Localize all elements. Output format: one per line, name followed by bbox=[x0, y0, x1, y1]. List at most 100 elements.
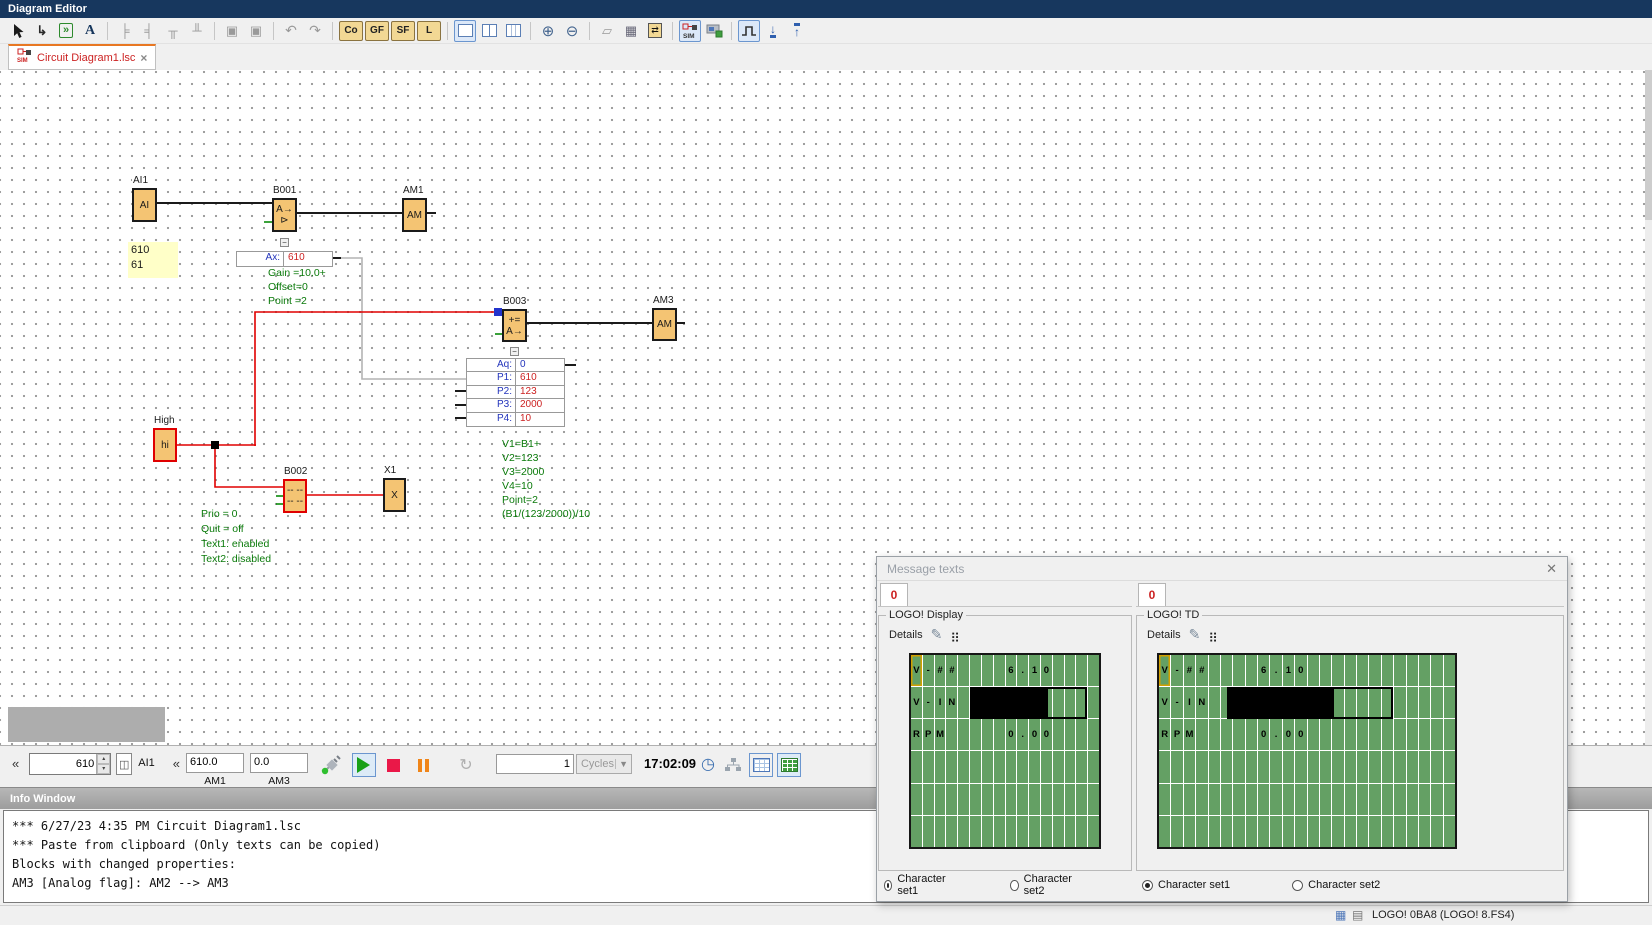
upload-button[interactable]: ↑ bbox=[786, 20, 808, 42]
edit-icon[interactable]: ✎ bbox=[1189, 626, 1201, 643]
analog-slider-toggle[interactable]: ◫ bbox=[116, 753, 132, 775]
step-button[interactable]: ↻ bbox=[454, 753, 478, 777]
simulation-button[interactable]: SIM bbox=[679, 20, 701, 42]
parameter-value[interactable]: 610 bbox=[283, 252, 332, 266]
pause-button[interactable] bbox=[412, 753, 436, 777]
radio-icon[interactable] bbox=[1292, 880, 1303, 891]
play-button[interactable] bbox=[352, 753, 376, 777]
lcd-cell bbox=[935, 816, 946, 847]
collapse-parameters-icon[interactable]: − bbox=[280, 238, 289, 247]
select-tool-button[interactable] bbox=[7, 20, 29, 42]
tab-close-icon[interactable]: × bbox=[140, 51, 147, 65]
dialog-title-bar[interactable]: Message texts ✕ bbox=[877, 557, 1567, 581]
lcd-cell bbox=[958, 784, 969, 815]
zoom-out-button[interactable]: ⊖ bbox=[561, 20, 583, 42]
cycles-input[interactable] bbox=[496, 754, 574, 774]
canvas-vertical-scrollbar[interactable] bbox=[1645, 70, 1652, 745]
parameter-value[interactable]: 10 bbox=[515, 413, 564, 426]
close-icon[interactable]: ✕ bbox=[1546, 561, 1557, 577]
l-button[interactable]: L bbox=[417, 21, 441, 41]
edit-icon[interactable]: ✎ bbox=[931, 626, 943, 643]
pane-double-button[interactable] bbox=[478, 20, 500, 42]
block-High[interactable]: hi bbox=[153, 428, 177, 462]
ungroup-button[interactable]: ▣ bbox=[245, 20, 267, 42]
wire-style-button[interactable] bbox=[738, 20, 760, 42]
gray-wire[interactable] bbox=[341, 258, 466, 379]
lcd-cell bbox=[1258, 816, 1269, 847]
parameter-value[interactable]: 123 bbox=[515, 386, 564, 398]
block-X1[interactable]: X bbox=[383, 478, 406, 512]
value-table-icon[interactable] bbox=[749, 753, 773, 777]
cycles-dropdown[interactable]: Cycles ▼ bbox=[576, 754, 632, 774]
spin-down-icon[interactable]: ▾ bbox=[97, 764, 110, 774]
parameter-row[interactable]: P3:2000 bbox=[467, 399, 564, 412]
charset-icon[interactable]: ⣶ bbox=[1208, 627, 1218, 643]
radio-character-set1[interactable]: Character set1 bbox=[1142, 879, 1230, 891]
undo-button[interactable]: ↶ bbox=[280, 20, 302, 42]
radio-icon[interactable] bbox=[1142, 880, 1153, 891]
transfer-button[interactable] bbox=[703, 20, 725, 42]
clock-icon[interactable]: ◷ bbox=[701, 754, 715, 774]
parameter-row[interactable]: P1:610 bbox=[467, 372, 564, 385]
parameter-table: Aq:0P1:610P2:123P3:2000P4:10 bbox=[466, 358, 565, 427]
analog-input-spinbox[interactable]: ▴ ▾ bbox=[29, 753, 111, 775]
download-button[interactable]: ↓ bbox=[762, 20, 784, 42]
connector-tool-button[interactable]: ↳ bbox=[31, 20, 53, 42]
spin-up-icon[interactable]: ▴ bbox=[97, 754, 110, 764]
parameter-row[interactable]: Aq:0 bbox=[467, 359, 564, 372]
charset-icon[interactable]: ⣶ bbox=[950, 627, 960, 643]
collapse-outputs-button[interactable]: « bbox=[173, 756, 180, 771]
parameter-row[interactable]: P2:123 bbox=[467, 386, 564, 399]
parameter-value[interactable]: 610 bbox=[515, 372, 564, 384]
parameter-value[interactable]: 2000 bbox=[515, 399, 564, 411]
message-count-tab[interactable]: 0 bbox=[880, 583, 908, 606]
block-text: ⊳ bbox=[280, 215, 288, 226]
block-AM1[interactable]: AM bbox=[402, 198, 427, 232]
block-AM3[interactable]: AM bbox=[652, 308, 677, 341]
parameter-value[interactable]: 0 bbox=[515, 359, 564, 371]
red-wire[interactable] bbox=[215, 445, 283, 487]
radio-icon[interactable] bbox=[884, 880, 892, 891]
block-B002[interactable]: -- ---- -- bbox=[283, 479, 307, 513]
message-texts-dialog: Message texts ✕ 0LOGO! DisplayDetails✎⣶V… bbox=[876, 556, 1568, 902]
sf-button[interactable]: SF bbox=[391, 21, 415, 41]
parameter-row[interactable]: Ax:610 bbox=[237, 252, 332, 266]
scrollbar-thumb[interactable] bbox=[1645, 70, 1652, 220]
tab-circuit-diagram[interactable]: SIM Circuit Diagram1.lsc × bbox=[8, 44, 156, 70]
collapse-inputs-button[interactable]: « bbox=[12, 756, 19, 771]
lcd-preview-icon[interactable] bbox=[777, 753, 801, 777]
zoom-in-button[interactable]: ⊕ bbox=[537, 20, 559, 42]
co-button[interactable]: Co bbox=[339, 21, 363, 41]
align-top-button[interactable]: ╥ bbox=[162, 20, 184, 42]
power-icon[interactable] bbox=[320, 754, 342, 779]
align-bottom-button[interactable]: ╨ bbox=[186, 20, 208, 42]
block-AI1[interactable]: AI bbox=[132, 188, 157, 222]
stop-button[interactable] bbox=[382, 753, 406, 777]
parameter-row[interactable]: P4:10 bbox=[467, 413, 564, 426]
flow-tool-button[interactable]: » bbox=[55, 20, 77, 42]
gf-button[interactable]: GF bbox=[365, 21, 389, 41]
radio-icon[interactable] bbox=[1010, 880, 1018, 891]
page-grid-button[interactable]: ▦ bbox=[620, 20, 642, 42]
block-B001[interactable]: A→⊳ bbox=[272, 198, 297, 232]
convert-button[interactable]: ⇄ bbox=[644, 20, 666, 42]
text-tool-button[interactable]: A bbox=[79, 20, 101, 42]
collapse-parameters-icon[interactable]: − bbox=[510, 347, 519, 356]
message-count-tab[interactable]: 0 bbox=[1138, 583, 1166, 606]
align-left-button[interactable]: ╞ bbox=[114, 20, 136, 42]
redo-button[interactable]: ↷ bbox=[304, 20, 326, 42]
radio-character-set2[interactable]: Character set2 bbox=[1010, 873, 1074, 897]
pane-triple-button[interactable] bbox=[502, 20, 524, 42]
spinner[interactable]: ▴ ▾ bbox=[96, 754, 110, 774]
pane-single-button[interactable] bbox=[454, 20, 476, 42]
group-button[interactable]: ▣ bbox=[221, 20, 243, 42]
eraser-button[interactable]: ▱ bbox=[596, 20, 618, 42]
block-B003[interactable]: +=A→ bbox=[502, 309, 527, 342]
analog-input-value[interactable] bbox=[30, 754, 96, 774]
hierarchy-icon[interactable] bbox=[721, 753, 745, 777]
align-right-button[interactable]: ╡ bbox=[138, 20, 160, 42]
radio-character-set2[interactable]: Character set2 bbox=[1292, 879, 1380, 891]
lcd-cell bbox=[970, 719, 981, 750]
radio-character-set1[interactable]: Character set1 bbox=[884, 873, 948, 897]
lcd-cell bbox=[1357, 655, 1368, 686]
